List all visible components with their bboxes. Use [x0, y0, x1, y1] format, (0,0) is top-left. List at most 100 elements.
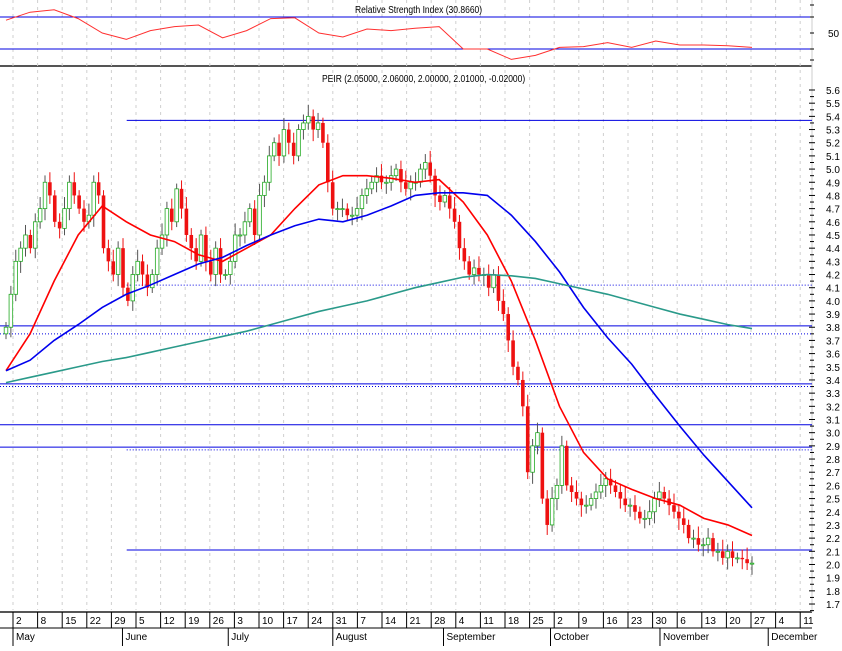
x-tick-label: 25 — [533, 616, 545, 627]
candle-body — [471, 267, 477, 275]
y-tick-label: 2.4 — [826, 508, 840, 519]
x-tick-label: 23 — [631, 616, 643, 627]
candle-body — [354, 208, 360, 216]
candle-body — [13, 260, 18, 295]
candle-body — [730, 551, 735, 558]
moving-average-line — [5, 174, 753, 537]
candle-body — [633, 505, 637, 512]
candle-body — [228, 260, 233, 275]
candle-body — [262, 181, 267, 196]
candle-body — [452, 208, 457, 222]
candle-body — [564, 445, 569, 486]
y-tick-label: 3.9 — [826, 310, 840, 321]
candle-body — [530, 445, 535, 473]
candle-body — [613, 485, 618, 492]
x-tick-label: 2 — [16, 616, 22, 627]
y-tick-label: 3.6 — [826, 350, 840, 361]
candle-body — [291, 142, 296, 156]
candle-body — [101, 195, 106, 249]
candle-body — [672, 505, 676, 512]
x-month-label: May — [16, 632, 35, 643]
candle-body — [3, 326, 9, 335]
candle-body — [574, 491, 579, 499]
candle-body — [213, 247, 218, 275]
chart-canvas: 2 8 15 22 29 5 12 19 26 3 10 17 24 31 7 14 21 28 4 11 18 25 2 9… — [0, 0, 840, 646]
candle-body — [559, 445, 565, 486]
x-tick-label: 9 — [582, 616, 588, 627]
candle-body — [442, 195, 448, 203]
candle-body — [281, 129, 287, 157]
candle-body — [174, 188, 179, 223]
candle-body — [711, 538, 715, 552]
candle-body — [232, 234, 238, 262]
candle-body — [593, 491, 599, 499]
candle-body — [252, 208, 257, 235]
y-tick-label: 3.3 — [826, 389, 840, 400]
candle-body — [321, 122, 325, 143]
candle-body — [627, 504, 633, 507]
candle-body — [725, 550, 730, 559]
candle-body — [447, 195, 452, 209]
candle-body — [130, 274, 135, 302]
candle-body — [423, 162, 428, 170]
candle-body — [311, 116, 315, 130]
x-tick-label: 16 — [606, 616, 618, 627]
y-tick-label: 3.1 — [826, 416, 840, 427]
y-tick-label: 3.2 — [826, 402, 840, 413]
candle-body — [584, 504, 589, 507]
candle-body — [150, 274, 155, 289]
candle-body — [154, 247, 160, 275]
candle-body — [681, 518, 686, 525]
x-tick-label: 4 — [459, 616, 465, 627]
x-month-label: November — [663, 632, 710, 643]
candle-body — [623, 498, 628, 506]
y-tick-label: 5.5 — [826, 99, 840, 110]
candle-body — [8, 293, 14, 328]
x-tick-label: 19 — [188, 616, 200, 627]
candle-body — [267, 155, 272, 183]
x-tick-label: 15 — [65, 616, 77, 627]
y-tick-label: 2.8 — [826, 455, 840, 466]
candle-body — [535, 432, 540, 447]
x-month-label: August — [336, 632, 367, 643]
candle-body — [652, 498, 657, 513]
candle-body — [691, 537, 696, 540]
x-month-label: September — [447, 632, 497, 643]
x-tick-label: 8 — [41, 616, 47, 627]
y-tick-label: 2.2 — [826, 534, 840, 545]
candle-body — [369, 181, 374, 190]
candle-body — [91, 181, 96, 216]
y-tick-label: 3.5 — [826, 363, 840, 374]
candle-body — [491, 274, 496, 289]
candle-body — [642, 517, 647, 520]
candle-body — [189, 234, 194, 249]
candle-body — [111, 261, 116, 275]
candle-body — [77, 195, 81, 209]
candle-body — [598, 484, 604, 493]
rsi-title: Relative Strength Index (30.8660) — [355, 5, 483, 16]
x-tick-label: 22 — [90, 616, 102, 627]
candle-body — [296, 129, 301, 157]
rsi-level-label: 50 — [828, 29, 840, 40]
y-tick-label: 1.8 — [826, 587, 840, 598]
candle-body — [364, 188, 370, 196]
candle-body — [330, 182, 335, 209]
x-tick-label: 11 — [483, 616, 494, 627]
candle-body — [525, 406, 530, 473]
x-tick-label: 26 — [213, 616, 225, 627]
candle-body — [462, 248, 467, 262]
y-tick-label: 5.2 — [826, 139, 840, 150]
candle-body — [501, 300, 506, 315]
x-tick-label: 4 — [779, 616, 785, 627]
stock-chart: Relative Strength Index (30.8660) PEIR (… — [0, 0, 842, 646]
y-tick-label: 3.4 — [826, 376, 840, 387]
x-tick-label: 28 — [434, 616, 446, 627]
x-tick-label: 5 — [139, 616, 145, 627]
x-tick-label: 20 — [729, 616, 741, 627]
candle-body — [62, 208, 67, 229]
x-tick-label: 14 — [385, 616, 397, 627]
candle-body — [18, 247, 23, 262]
candle-body — [477, 267, 481, 275]
x-tick-label: 27 — [754, 616, 766, 627]
moving-average-line — [5, 192, 753, 509]
